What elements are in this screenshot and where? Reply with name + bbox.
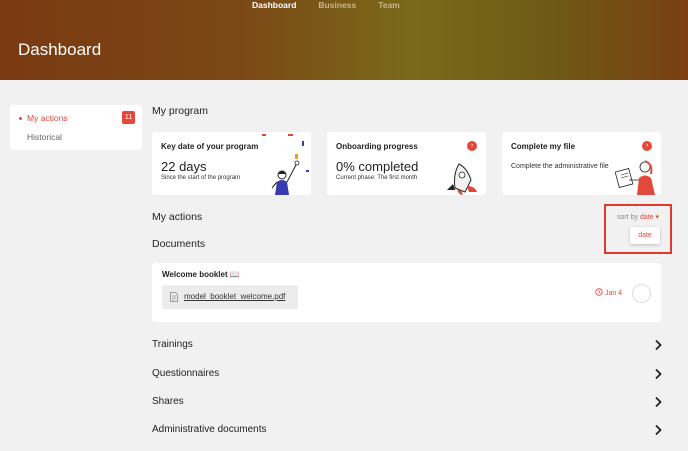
header-banner: Dashboard Business Team Dashboard (0, 0, 688, 80)
sidebar-item-label: My actions (27, 113, 68, 123)
section-label: Trainings (152, 339, 193, 350)
arrow-right-icon[interactable]: › (642, 141, 652, 151)
book-icon: 📖 (229, 270, 240, 279)
highlight-box (604, 204, 672, 254)
chevron-right-icon (655, 339, 662, 351)
section-trainings[interactable]: Trainings (152, 338, 662, 354)
complete-checkbox[interactable] (632, 284, 651, 303)
program-card-key-date[interactable]: Key date of your program 22 days Since t… (152, 132, 311, 195)
nav-dashboard[interactable]: Dashboard (252, 0, 296, 10)
card-title: Onboarding progress (336, 142, 418, 151)
clock-icon (595, 288, 603, 296)
rocket-illustration-icon (447, 163, 477, 195)
sidebar: My actions 11 Historical (10, 105, 142, 150)
person-with-document-illustration-icon (615, 160, 655, 195)
section-label: Shares (152, 396, 184, 407)
file-name: model_booklet_welcome.pdf (184, 292, 286, 301)
section-administrative-documents[interactable]: Administrative documents (152, 423, 662, 439)
card-value: 0% completed (336, 159, 419, 174)
my-program-heading: My program (152, 105, 209, 117)
celebration-illustration-icon (262, 134, 309, 195)
card-title: Key date of your program (161, 142, 259, 151)
document-card: Welcome booklet 📖 model_booklet_welcome.… (152, 263, 661, 322)
section-label: Questionnaires (152, 368, 220, 379)
program-card-complete-file[interactable]: Complete my file › Complete the administ… (502, 132, 661, 195)
chevron-right-icon (655, 368, 662, 380)
documents-heading: Documents (152, 238, 206, 250)
sidebar-item-label: Historical (27, 132, 62, 142)
card-title: Complete my file (511, 142, 576, 151)
file-icon (170, 292, 178, 302)
card-subtitle: Since the start of the program (161, 175, 241, 181)
active-dot-icon (19, 117, 22, 120)
top-navigation: Dashboard Business Team (252, 0, 400, 10)
card-value: 22 days (161, 159, 207, 174)
chevron-right-icon (655, 396, 662, 408)
section-shares[interactable]: Shares (152, 395, 662, 411)
section-label: Administrative documents (152, 424, 267, 435)
count-badge: 11 (122, 111, 135, 124)
card-subtitle: Current phase: The first month (336, 175, 418, 181)
document-title: Welcome booklet 📖 (162, 270, 240, 279)
nav-team[interactable]: Team (378, 0, 400, 10)
program-card-onboarding[interactable]: Onboarding progress › 0% completed Curre… (327, 132, 486, 195)
chevron-right-icon (655, 424, 662, 436)
arrow-right-icon[interactable]: › (467, 141, 477, 151)
card-description: Complete the administrative file (511, 163, 609, 170)
nav-business[interactable]: Business (318, 0, 356, 10)
due-date: Jan 4 (595, 288, 622, 297)
my-actions-heading: My actions (152, 211, 203, 223)
section-questionnaires[interactable]: Questionnaires (152, 367, 662, 383)
page-title: Dashboard (18, 40, 102, 59)
document-file-link[interactable]: model_booklet_welcome.pdf (162, 285, 298, 309)
